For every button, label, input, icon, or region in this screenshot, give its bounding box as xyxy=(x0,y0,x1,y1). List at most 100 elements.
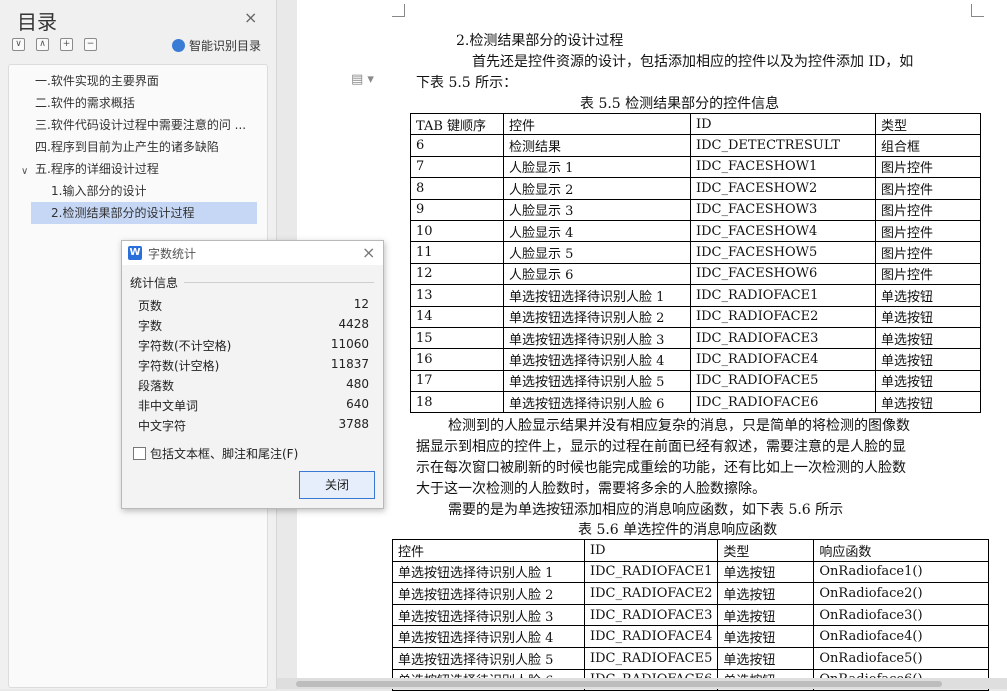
toc-item-5-1[interactable]: 1.输入部分的设计 xyxy=(51,180,263,202)
stat-value: 640 xyxy=(346,397,369,411)
paragraph-line: 据显示到相应的控件上，显示的过程在前面已经有叙述，需要注意的是人脸的显 xyxy=(416,439,906,455)
table-header-cell: 控件 xyxy=(503,112,691,136)
stat-value: 4428 xyxy=(338,317,369,331)
table-cell: 单选按钮选择待识别人脸 4 xyxy=(503,348,691,371)
table-cell: 单选按钮选择待识别人脸 1 xyxy=(392,560,585,584)
table-cell: 15 xyxy=(410,326,504,350)
chevron-down-icon[interactable]: ∨ xyxy=(21,166,28,177)
paragraph-icon[interactable]: ▤ ▾ xyxy=(351,72,374,87)
table-row: 13 单选按钮选择待识别人脸 1 IDC_RADIOFACE1 单选按钮 xyxy=(410,284,981,307)
close-button[interactable]: 关闭 xyxy=(299,471,375,499)
stats-section-title: 统计信息 xyxy=(130,276,179,290)
stat-label: 字符数(不计空格) xyxy=(138,339,232,353)
table-cell: 人脸显示 4 xyxy=(503,219,691,243)
close-pane-icon[interactable]: × xyxy=(244,8,257,27)
scrollbar-thumb[interactable] xyxy=(296,681,942,687)
table-header-cell: 响应函数 xyxy=(813,539,990,562)
table-cell: IDC_FACESHOW3 xyxy=(690,198,876,221)
table-cell: OnRadioface1() xyxy=(813,560,990,584)
smart-toc-button[interactable]: 智能识别目录 xyxy=(172,37,261,54)
pane-title: 目录 xyxy=(17,10,57,34)
table-caption: 表 5.5 检测结果部分的控件信息 xyxy=(580,96,780,112)
table-cell: IDC_RADIOFACE4 xyxy=(690,348,876,371)
table-cell: 单选按钮选择待识别人脸 6 xyxy=(503,391,691,414)
table-row: 单选按钮选择待识别人脸 3 IDC_RADIOFACE3 单选按钮 OnRadiofa… xyxy=(392,603,990,627)
expand-all-icon[interactable]: ∨ xyxy=(12,38,25,51)
stat-label: 中文字符 xyxy=(138,419,187,433)
smart-toc-label: 智能识别目录 xyxy=(189,39,262,53)
toc-item-2[interactable]: 二.软件的需求概括 xyxy=(35,92,263,114)
remove-heading-icon[interactable]: − xyxy=(84,38,97,51)
table-cell: 单选按钮 xyxy=(717,560,815,584)
table-cell: 10 xyxy=(410,219,504,243)
table-row: 15 单选按钮选择待识别人脸 3 IDC_RADIOFACE3 单选按钮 xyxy=(410,326,981,350)
table-row: 单选按钮选择待识别人脸 2 IDC_RADIOFACE2 单选按钮 OnRadiofa… xyxy=(392,582,990,605)
toc-item-3[interactable]: 三.软件代码设计过程中需要注意的问 ... xyxy=(35,114,253,136)
table-cell: IDC_RADIOFACE3 xyxy=(690,326,876,350)
section-heading: 2.检测结果部分的设计过程 xyxy=(456,33,624,49)
stat-value: 480 xyxy=(346,377,369,391)
section-divider xyxy=(184,282,374,283)
table-row: 11 人脸显示 5 IDC_FACESHOW5 图片控件 xyxy=(410,241,981,264)
table-cell: 单选按钮 xyxy=(875,391,981,414)
toc-item-5-2[interactable]: 2.检测结果部分的设计过程 xyxy=(31,202,257,224)
table-row: 9 人脸显示 3 IDC_FACESHOW3 图片控件 xyxy=(410,198,981,221)
table-cell: IDC_FACESHOW4 xyxy=(690,219,876,243)
stat-value: 11060 xyxy=(330,337,369,351)
paragraph-line: 下表 5.5 所示： xyxy=(416,75,518,91)
table-cell: 单选按钮 xyxy=(717,646,815,670)
table-cell: IDC_RADIOFACE3 xyxy=(583,603,719,627)
crop-mark-left xyxy=(392,4,405,17)
paragraph-line: 检测到的人脸显示结果并没有相应复杂的消息，只是简单的将检测的图像数 xyxy=(448,418,910,434)
table-row: 7 人脸显示 1 IDC_FACESHOW1 图片控件 xyxy=(410,155,981,179)
stat-value: 3788 xyxy=(338,417,369,431)
table-cell: 单选按钮选择待识别人脸 4 xyxy=(392,625,585,648)
table-cell: 16 xyxy=(410,348,504,371)
paragraph-line: 示在每次窗口被刷新的时候也能完成重绘的功能，还有比如上一次检测的人脸数 xyxy=(416,460,906,476)
table-cell: 13 xyxy=(410,284,504,307)
table-header-cell: 类型 xyxy=(717,539,815,562)
table-cell: IDC_RADIOFACE2 xyxy=(583,582,719,605)
table-cell: 图片控件 xyxy=(875,219,981,243)
table-cell: IDC_FACESHOW2 xyxy=(690,177,876,200)
table-cell: 图片控件 xyxy=(875,198,981,221)
close-icon[interactable]: × xyxy=(362,243,375,262)
toc-item-1[interactable]: 一.软件实现的主要界面 xyxy=(35,70,263,92)
paragraph-line: 大于这一次检测的人脸数时，需要将多余的人脸数擦除。 xyxy=(416,481,766,497)
table-cell: IDC_FACESHOW1 xyxy=(690,155,876,179)
table-cell: 检测结果 xyxy=(503,134,691,157)
dialog-titlebar: W 字数统计 × xyxy=(122,241,383,265)
stat-label: 字数 xyxy=(138,319,163,333)
table-row: 16 单选按钮选择待识别人脸 4 IDC_RADIOFACE4 单选按钮 xyxy=(410,348,981,371)
table-cell: OnRadioface4() xyxy=(813,625,990,648)
table-row: 18 单选按钮选择待识别人脸 6 IDC_RADIOFACE6 单选按钮 xyxy=(410,391,981,414)
table-cell: 单选按钮选择待识别人脸 5 xyxy=(503,369,691,393)
table-cell: OnRadioface2() xyxy=(813,582,990,605)
table-cell: IDC_FACESHOW6 xyxy=(690,262,876,286)
table-row: 10 人脸显示 4 IDC_FACESHOW4 图片控件 xyxy=(410,219,981,243)
wps-logo-icon: W xyxy=(128,246,142,260)
include-textbox-label[interactable]: 包括文本框、脚注和尾注(F) xyxy=(150,445,298,462)
include-textbox-checkbox[interactable] xyxy=(133,447,146,460)
table-cell: 单选按钮 xyxy=(717,582,815,605)
table-cell: IDC_DETECTRESULT xyxy=(690,134,876,157)
table-header-row: TAB 键顺序 控件 ID 类型 xyxy=(410,112,981,136)
table-cell: IDC_RADIOFACE6 xyxy=(690,391,876,414)
table-row: 单选按钮选择待识别人脸 4 IDC_RADIOFACE4 单选按钮 OnRadiofa… xyxy=(392,625,990,648)
table-header-cell: TAB 键顺序 xyxy=(410,112,504,136)
table-cell: IDC_FACESHOW5 xyxy=(690,241,876,264)
handlers-table: 控件 ID 类型 响应函数 单选按钮选择待识别人脸 1 IDC_RADIOFACE1 单选按… xyxy=(392,539,990,691)
table-cell: IDC_RADIOFACE1 xyxy=(583,560,719,584)
add-heading-icon[interactable]: + xyxy=(60,38,73,51)
table-cell: 组合框 xyxy=(875,134,981,157)
word-count-dialog: W 字数统计 × 统计信息 页数 12 字数 4428 字符数(不计空格) 11… xyxy=(121,240,384,509)
table-cell: 单选按钮 xyxy=(717,603,815,627)
table-cell: 图片控件 xyxy=(875,177,981,200)
collapse-all-icon[interactable]: ∧ xyxy=(36,38,49,51)
toc-item-4[interactable]: 四.程序到目前为止产生的诸多缺陷 xyxy=(35,136,263,158)
table-cell: IDC_RADIOFACE2 xyxy=(690,305,876,328)
table-cell: IDC_RADIOFACE5 xyxy=(690,369,876,393)
table-header-row: 控件 ID 类型 响应函数 xyxy=(392,539,990,562)
stat-label: 非中文单词 xyxy=(138,399,199,413)
toc-item-5[interactable]: 五.程序的详细设计过程 xyxy=(35,158,263,180)
